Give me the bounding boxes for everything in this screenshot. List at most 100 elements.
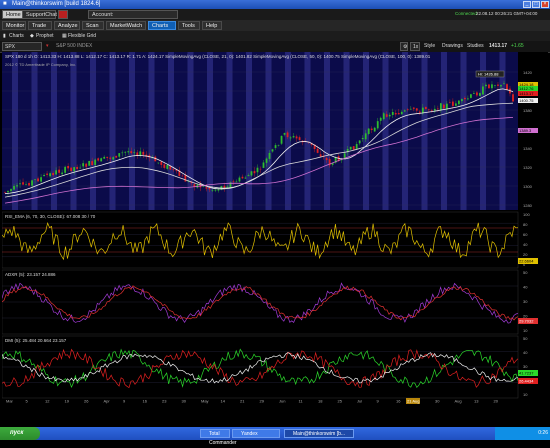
- menu-tools[interactable]: Tools: [178, 21, 200, 30]
- start-button[interactable]: пуск: [0, 427, 40, 440]
- candle-body: [109, 157, 112, 159]
- time-band: [168, 52, 174, 210]
- rsi-y-tick: 100: [523, 212, 530, 217]
- menu-monitor[interactable]: Monitor: [2, 21, 26, 30]
- time-tick: 16: [396, 399, 401, 404]
- taskbar-thinkorswim[interactable]: Main@thinkorswim [b...: [284, 429, 354, 438]
- candle-body: [394, 113, 397, 115]
- minimize-icon[interactable]: _: [523, 1, 531, 8]
- candle-body: [241, 176, 244, 179]
- candle-body: [166, 164, 169, 169]
- studies-menu[interactable]: Studies: [465, 42, 486, 51]
- symbol-dropdown-icon[interactable]: ▾: [44, 42, 52, 51]
- menu-scan[interactable]: Scan: [82, 21, 104, 30]
- grid-icon: ▦: [62, 33, 67, 39]
- candle-body: [367, 128, 370, 134]
- candle-body: [217, 189, 220, 191]
- candle-body: [214, 189, 217, 191]
- candle-body: [160, 161, 163, 165]
- symbol-input[interactable]: SPX: [2, 42, 42, 51]
- link-icon[interactable]: 1x: [410, 42, 420, 51]
- candle-body: [43, 174, 45, 177]
- subtab-prophet[interactable]: Prophet: [36, 32, 54, 40]
- adx-value: 29.7032: [519, 319, 534, 324]
- price-tag: 1389.3: [519, 128, 532, 133]
- candle-body: [433, 108, 436, 111]
- close-icon[interactable]: ×: [541, 1, 549, 8]
- time-tick: Mar: [6, 399, 14, 404]
- menu-analyze[interactable]: Analyze: [54, 21, 80, 30]
- hi-label: Hi: 1426.88: [478, 72, 499, 77]
- candle-body: [121, 152, 124, 154]
- taskbar-yandex[interactable]: Yandex: [232, 429, 280, 438]
- drawings-menu[interactable]: Drawings: [440, 42, 465, 51]
- candle-body: [22, 182, 24, 185]
- menu-marketwatch[interactable]: MarketWatch: [106, 21, 146, 30]
- menu-help[interactable]: Help: [202, 21, 222, 30]
- app-icon: ■: [3, 1, 7, 7]
- candle-body: [172, 169, 175, 171]
- rsi-label: RSI_EMA (6, 70, 30, CLOSE): 67.008 30 / …: [5, 214, 96, 219]
- time-highlight: 21 Aug: [407, 399, 419, 404]
- tab-support-chat[interactable]: SupportChat: [22, 10, 57, 19]
- menu-charts[interactable]: Charts: [148, 21, 176, 30]
- candle-body: [271, 149, 274, 152]
- candle-body: [497, 84, 499, 86]
- chart-canvas[interactable]: SPX 180 d 1h O: 1413.33 H: 1413.88 L: 14…: [1, 52, 548, 404]
- chart-header-line1: SPX 180 d 1h O: 1413.33 H: 1413.88 L: 14…: [5, 54, 431, 59]
- candle-body: [485, 84, 487, 87]
- candle-body: [400, 111, 403, 115]
- candle-body: [391, 112, 394, 115]
- chart-area[interactable]: SPX 180 d 1h O: 1413.33 H: 1413.88 L: 14…: [1, 52, 548, 412]
- last-price: 1413.17: [489, 43, 508, 49]
- candle-body: [298, 137, 301, 140]
- price-y-tick: 1340: [523, 146, 533, 151]
- candle-body: [103, 156, 106, 159]
- account-selector[interactable]: Account:: [88, 10, 178, 19]
- price-y-tick: 1420: [523, 70, 533, 75]
- price-y-tick: 1380: [523, 108, 533, 113]
- candle-body: [16, 185, 18, 187]
- time-band: [246, 52, 252, 210]
- time-band: [343, 52, 350, 210]
- candle-body: [470, 94, 472, 98]
- candle-body: [512, 94, 514, 102]
- time-tick: 18: [318, 399, 323, 404]
- gear-icon[interactable]: ⚙: [400, 42, 408, 51]
- candle-body: [274, 145, 277, 148]
- candle-body: [58, 169, 61, 173]
- maximize-icon[interactable]: □: [532, 1, 540, 8]
- menu-trade[interactable]: Trade: [28, 21, 52, 30]
- candle-body: [467, 98, 469, 100]
- time-tick: 5: [26, 399, 29, 404]
- task-label: Main@thinkorswim [b...: [293, 431, 346, 437]
- candle-body: [97, 158, 100, 161]
- candle-body: [503, 83, 505, 84]
- time-tick: 23: [162, 399, 167, 404]
- candle-body: [349, 146, 352, 150]
- candle-body: [85, 163, 88, 167]
- candle-body: [256, 167, 259, 173]
- candle-body: [184, 175, 187, 182]
- time-band: [460, 52, 467, 210]
- style-menu[interactable]: Style: [422, 42, 437, 51]
- time-band: [70, 52, 77, 210]
- candle-body: [73, 167, 76, 172]
- candle-body: [244, 177, 247, 179]
- time-tick: Aug: [455, 399, 462, 404]
- dmi-y-tick: 50: [523, 336, 528, 341]
- candle-body: [479, 93, 481, 96]
- candle-body: [476, 92, 478, 96]
- clock: 0:26: [538, 430, 548, 436]
- candle-body: [238, 177, 241, 182]
- close-tab-icon[interactable]: [58, 10, 68, 19]
- subtab-charts[interactable]: Charts: [9, 32, 24, 40]
- candle-body: [259, 168, 262, 170]
- subtab-flexible-grid[interactable]: Flexible Grid: [68, 32, 96, 40]
- price-change: +1.65: [511, 43, 524, 49]
- dmi-value-1: 41.7237: [519, 371, 534, 376]
- candle-body: [286, 132, 289, 138]
- candle-body: [13, 185, 15, 190]
- price-tag: 1413.17: [519, 91, 534, 96]
- taskbar-total-commander[interactable]: Total Commander: [200, 429, 237, 446]
